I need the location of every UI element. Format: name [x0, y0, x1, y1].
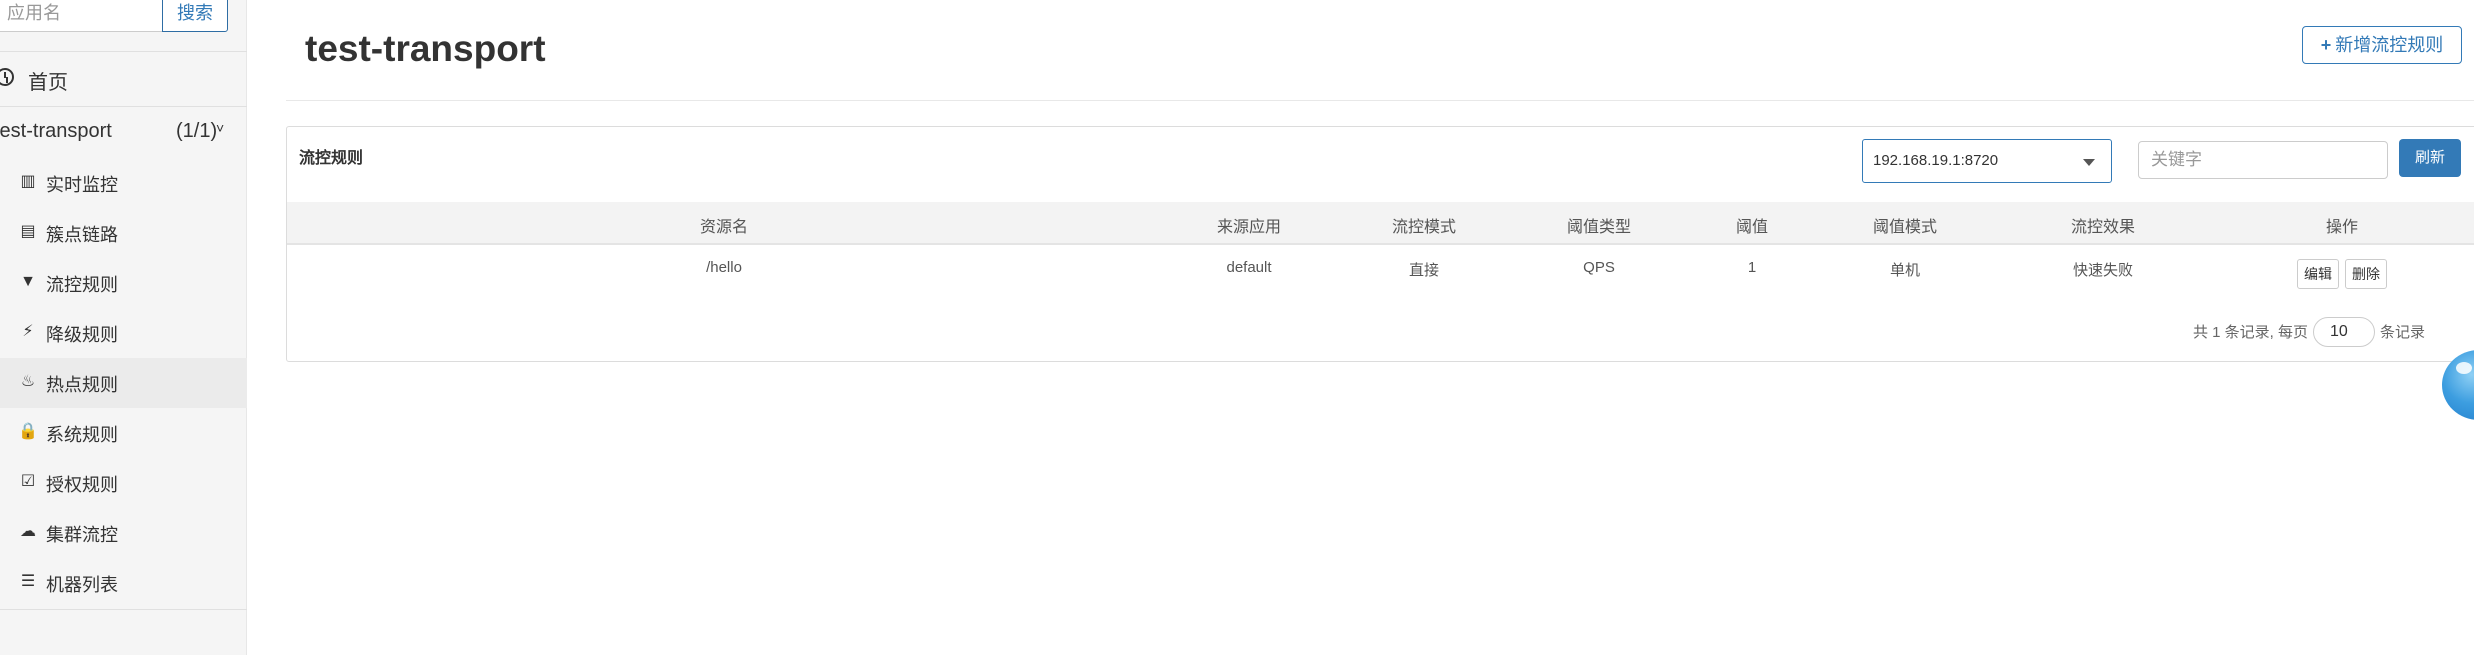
- delete-button[interactable]: 删除: [2345, 259, 2387, 289]
- add-flow-rule-label: 新增流控规则: [2335, 35, 2444, 55]
- cell-effect: 快速失败: [2072, 262, 2134, 279]
- refresh-button[interactable]: 刷新: [2399, 139, 2461, 177]
- sidebar: 应用名 搜索 首页 test-transport (1/1) ˅ ▥ 实时监控 …: [0, 0, 247, 655]
- sidebar-item-cluster-flow[interactable]: ☁ 集群流控: [0, 508, 247, 558]
- cell-threshold: 1: [1747, 259, 1757, 276]
- sidebar-item-hotspot-rules[interactable]: ♨ 热点规则: [0, 358, 247, 408]
- panel-title: 流控规则: [299, 150, 364, 167]
- list-book-icon: ▤: [20, 223, 36, 240]
- sidebar-item-label: 实时监控: [46, 175, 118, 195]
- machine-select[interactable]: 192.168.19.1:8720: [1862, 139, 2112, 183]
- cell-mode: 直接: [1408, 262, 1440, 279]
- sidebar-item-label: 机器列表: [46, 575, 118, 595]
- app-search-button[interactable]: 搜索: [162, 0, 228, 32]
- app-machine-count: (1/1): [176, 120, 218, 142]
- sidebar-item-label: 降级规则: [46, 325, 118, 345]
- cell-threshold-type: QPS: [1583, 259, 1615, 276]
- sidebar-item-label: 集群流控: [46, 525, 118, 545]
- sidebar-item-cluster-point-link[interactable]: ▤ 簇点链路: [0, 208, 247, 258]
- plus-icon: +: [2320, 35, 2332, 55]
- fire-icon: ♨: [20, 373, 36, 390]
- sidebar-menu: ▥ 实时监控 ▤ 簇点链路 ▼ 流控规则 ⚡ 降级规则 ♨ 热点规则 🔒 系统规…: [0, 158, 247, 608]
- page-size-input[interactable]: 10: [2313, 317, 2375, 347]
- edit-button[interactable]: 编辑: [2297, 259, 2339, 289]
- clock-icon: [0, 68, 14, 86]
- sidebar-item-home[interactable]: 首页: [0, 52, 247, 107]
- cloud-icon: ☁: [20, 523, 36, 540]
- column-header: 资源名: [699, 219, 749, 236]
- sidebar-app-toggle[interactable]: test-transport (1/1) ˅: [0, 110, 247, 155]
- sidebar-item-label: 流控规则: [46, 275, 118, 295]
- add-flow-rule-button[interactable]: + 新增流控规则: [2302, 26, 2462, 64]
- column-header: 阈值模式: [1872, 219, 1938, 236]
- pagination-suffix: 条记录: [2380, 324, 2426, 341]
- column-header: 流控效果: [2070, 219, 2136, 236]
- sidebar-item-realtime-monitor[interactable]: ▥ 实时监控: [0, 158, 247, 208]
- caret-down-icon: [2083, 159, 2095, 166]
- table-header: 资源名 来源应用 流控模式 阈值类型 阈值 阈值模式 流控效果 操作: [287, 202, 2474, 245]
- lock-icon: 🔒: [18, 423, 38, 440]
- sidebar-item-system-rules[interactable]: 🔒 系统规则: [0, 408, 247, 458]
- column-header: 阈值: [1735, 219, 1769, 236]
- column-header: 阈值类型: [1566, 219, 1632, 236]
- sidebar-item-label: 首页: [28, 72, 68, 94]
- check-square-icon: ☑: [20, 473, 36, 490]
- sidebar-item-label: 热点规则: [46, 375, 118, 395]
- column-header: 流控模式: [1391, 219, 1457, 236]
- sidebar-divider: [0, 609, 247, 610]
- title-divider: [286, 100, 2474, 101]
- column-header: 操作: [2325, 219, 2359, 236]
- sidebar-item-label: 系统规则: [46, 425, 118, 445]
- sidebar-item-label: 授权规则: [46, 475, 118, 495]
- sidebar-item-machine-list[interactable]: ☰ 机器列表: [0, 558, 247, 608]
- flash-icon: ⚡: [22, 323, 34, 340]
- table-row: /hello default 直接 QPS 1 单机 快速失败: [287, 245, 2474, 293]
- app-search-row: 应用名 搜索: [0, 0, 247, 52]
- page-title: test-transport: [305, 28, 546, 69]
- sidebar-item-flow-rules[interactable]: ▼ 流控规则: [0, 258, 247, 308]
- cell-source: default: [1226, 259, 1272, 276]
- sidebar-item-degrade-rules[interactable]: ⚡ 降级规则: [0, 308, 247, 358]
- list-icon: ☰: [20, 573, 36, 590]
- filter-icon: ▼: [20, 273, 36, 290]
- app-name: test-transport: [0, 120, 112, 142]
- sidebar-item-label: 簇点链路: [46, 225, 118, 245]
- machine-select-value: 192.168.19.1:8720: [1873, 152, 1999, 169]
- keyword-search-input[interactable]: 关键字: [2138, 141, 2388, 179]
- sidebar-item-authority-rules[interactable]: ☑ 授权规则: [0, 458, 247, 508]
- app-search-input[interactable]: 应用名: [0, 0, 164, 32]
- flow-rules-panel: 流控规则 192.168.19.1:8720 关键字 刷新 资源名 来源应用 流…: [286, 126, 2474, 362]
- column-header: 来源应用: [1216, 219, 1282, 236]
- bar-chart-icon: ▥: [20, 173, 36, 190]
- pagination-summary: 共 1 条记录, 每页: [2193, 324, 2309, 341]
- cell-threshold-mode: 单机: [1889, 262, 1921, 279]
- chevron-down-icon: ˅: [216, 120, 225, 136]
- cell-resource: /hello: [706, 259, 742, 276]
